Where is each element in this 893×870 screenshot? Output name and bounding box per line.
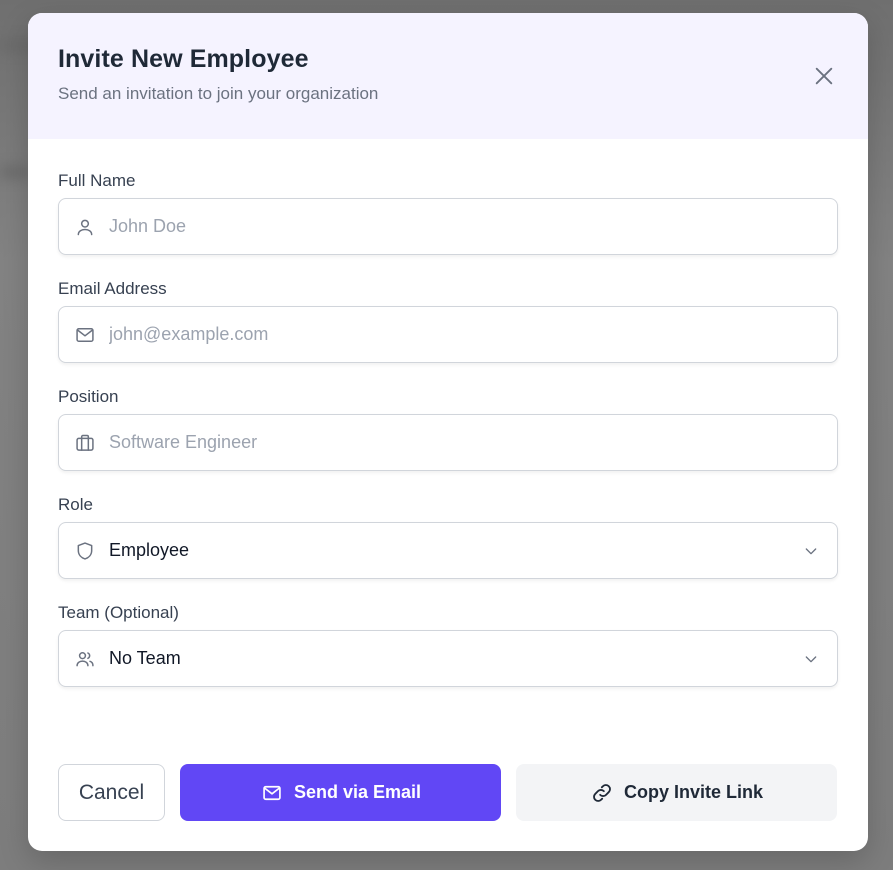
close-icon	[813, 65, 835, 87]
mail-icon	[73, 323, 97, 347]
modal-subtitle: Send an invitation to join your organiza…	[58, 84, 379, 103]
close-button[interactable]	[810, 62, 838, 90]
role-select[interactable]: Employee	[58, 522, 838, 579]
briefcase-icon	[73, 431, 97, 455]
modal-body: Full Name Email Address	[28, 139, 868, 687]
full-name-input-wrapper	[58, 198, 838, 255]
send-via-email-label: Send via Email	[293, 782, 422, 802]
modal-footer: Cancel Send via Email Copy Invite Link	[58, 764, 838, 821]
full-name-field: Full Name	[58, 171, 838, 255]
email-label: Email Address	[58, 279, 167, 298]
invite-employee-modal: Invite New Employee Send an invitation t…	[28, 13, 868, 851]
email-input[interactable]	[109, 324, 823, 345]
email-input-wrapper	[58, 306, 838, 363]
backdrop-shape	[0, 165, 30, 179]
role-field: Role Employee	[58, 495, 838, 579]
position-label: Position	[58, 387, 119, 406]
team-selected-value: No Team	[109, 648, 181, 668]
position-input-wrapper	[58, 414, 838, 471]
modal-title: Invite New Employee	[58, 45, 309, 73]
full-name-label: Full Name	[58, 171, 136, 190]
shield-icon	[73, 539, 97, 563]
user-icon	[73, 215, 97, 239]
cancel-button[interactable]: Cancel	[58, 764, 165, 821]
position-field: Position	[58, 387, 838, 471]
users-icon	[73, 647, 97, 671]
copy-invite-link-button[interactable]: Copy Invite Link	[516, 764, 837, 821]
link-icon	[590, 781, 614, 805]
chevron-down-icon	[801, 649, 821, 669]
copy-invite-link-label: Copy Invite Link	[623, 782, 764, 802]
send-via-email-button[interactable]: Send via Email	[180, 764, 501, 821]
role-label: Role	[58, 495, 93, 514]
modal-header: Invite New Employee Send an invitation t…	[28, 13, 868, 139]
team-label: Team (Optional)	[58, 603, 179, 622]
position-input[interactable]	[109, 432, 823, 453]
email-field: Email Address	[58, 279, 838, 363]
full-name-input[interactable]	[109, 216, 823, 237]
team-field: Team (Optional) No Team	[58, 603, 838, 687]
chevron-down-icon	[801, 541, 821, 561]
cancel-button-label: Cancel	[78, 780, 145, 804]
team-select[interactable]: No Team	[58, 630, 838, 687]
role-selected-value: Employee	[109, 540, 190, 560]
mail-icon	[260, 781, 284, 805]
